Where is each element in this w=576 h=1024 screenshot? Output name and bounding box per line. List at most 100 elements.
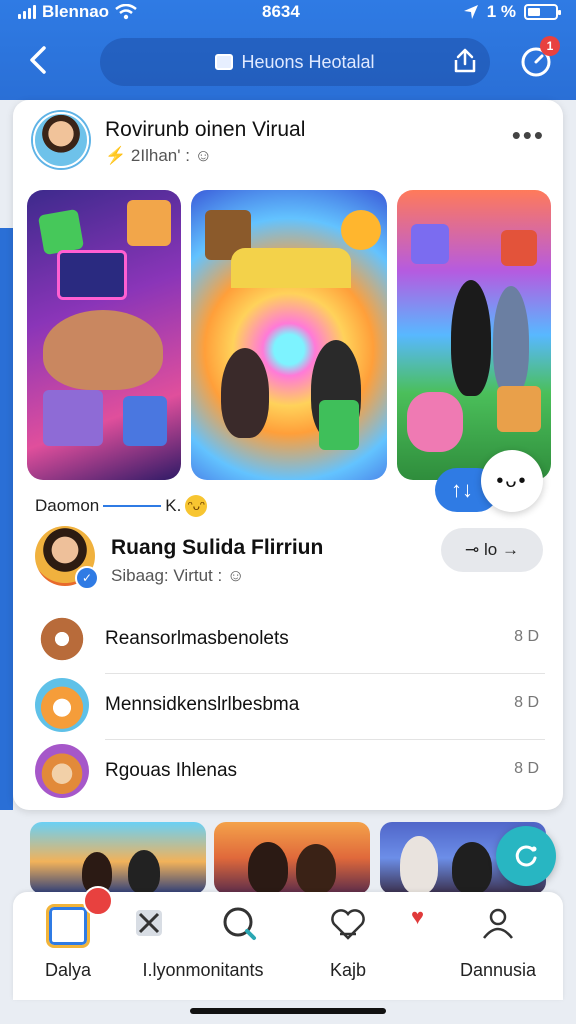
dog-avatar [35, 612, 89, 666]
refresh-icon [515, 845, 537, 867]
person-image [451, 280, 491, 396]
tab-home[interactable]: Dalya [3, 886, 133, 992]
status-bar: Blennao 8634 1 % [0, 0, 576, 26]
follow-label: lo [484, 540, 498, 559]
sign-image [57, 250, 127, 300]
person-image [493, 286, 529, 396]
tab-profile[interactable]: Dannusia [433, 892, 563, 992]
preview-tile-2[interactable] [214, 822, 370, 894]
chevron-left-icon [30, 46, 46, 74]
home-icon [46, 904, 90, 948]
link-icon: ⊸ [465, 540, 484, 559]
person-image [400, 836, 438, 894]
heart-icon: ♥ [411, 904, 425, 929]
notification-badge: 1 [540, 36, 560, 56]
clock: 8634 [262, 2, 300, 21]
compose-button[interactable] [496, 826, 556, 886]
character-avatar [35, 744, 89, 798]
reaction-right-text: K. [165, 496, 182, 515]
carrier-label: Blennao [42, 2, 110, 21]
post-author[interactable]: Rovirunb oinen Virual [105, 118, 305, 142]
tab-label: Kajb [329, 960, 367, 980]
profile-name[interactable]: Ruang Sulida Flirriun [111, 536, 323, 560]
heart-hands-icon [331, 909, 365, 940]
face-icon: •ᴗ• [496, 469, 528, 492]
reaction-left-text: Daomon [35, 496, 100, 515]
list-item-label: Rgouas Ihlenas [105, 760, 238, 781]
arrow-right-icon: → [497, 540, 519, 559]
back-button[interactable] [20, 42, 56, 78]
character-avatar [35, 678, 89, 732]
smiley-icon: ☺ [194, 146, 213, 165]
tab-label: Dannusia [459, 960, 537, 980]
list-item[interactable]: Mennsidkenslrlbesbma 8 D [31, 674, 545, 740]
reaction-button[interactable]: •ᴗ• [481, 450, 543, 512]
list-item-meta: 8 D [514, 628, 539, 645]
media-tile-1[interactable] [27, 190, 181, 480]
post-card: Rovirunb oinen Virual ⚡ 2Ilhan' : ☺ ••• … [13, 100, 563, 810]
header-title-pill[interactable]: Heuons Heotalal [100, 38, 490, 86]
list-item-label: Reansorlmasbenolets [105, 628, 289, 649]
person-image [452, 842, 492, 894]
list-item-label: Mennsidkenslrlbesbma [105, 694, 300, 715]
sticker-image [319, 400, 359, 450]
sticker-image [43, 390, 103, 446]
list-item-meta: 8 D [514, 760, 539, 777]
cross-icon [136, 910, 162, 936]
sticker-image [123, 396, 167, 446]
calendar-icon [215, 54, 234, 70]
teddy-sticker-image [407, 392, 463, 452]
emoji-icon: ᵔᴗᵔ [185, 495, 208, 517]
smiley-icon: ☺ [226, 566, 245, 585]
person-image [248, 842, 288, 894]
divider [103, 505, 162, 507]
media-tile-3[interactable] [397, 190, 551, 480]
list-item[interactable]: Rgouas Ihlenas 8 D [31, 740, 545, 806]
crowd-image [43, 310, 163, 390]
search-icon [223, 907, 256, 940]
media-tile-2[interactable] [191, 190, 387, 480]
follow-button[interactable]: ⊸ lo → [441, 528, 543, 572]
tab-label: Dalya [44, 960, 92, 980]
person-image [296, 844, 336, 894]
sticker-image [411, 224, 449, 264]
battery-percent: 1 % [486, 2, 516, 21]
tab-search[interactable]: I.lyonmonitants [118, 892, 288, 992]
location-icon [463, 5, 478, 19]
bottom-tab-bar: Dalya I.lyonmonitants Kajb ♥ Dannusia [13, 886, 563, 1000]
arrow-icon: ↑↓ [451, 477, 473, 502]
battery-icon [524, 4, 561, 20]
profile-subtitle: Sibaag: Virtut : ☺ [111, 566, 244, 586]
signal-icon [18, 5, 36, 19]
list-item-meta: 8 D [514, 694, 539, 711]
profile-subtitle-text: Sibaag: Virtut : [111, 566, 223, 585]
post-subtitle-text: 2Ilhan' : [130, 146, 190, 165]
wifi-icon [115, 4, 137, 20]
profile-icon [483, 908, 513, 939]
author-avatar[interactable] [33, 112, 89, 168]
preview-tile-1[interactable] [30, 822, 206, 894]
list-item[interactable]: Reansorlmasbenolets 8 D [31, 608, 545, 674]
emoji-sticker-image [341, 210, 381, 250]
status-right: 1 % [463, 2, 561, 22]
home-indicator [190, 1008, 386, 1014]
tab-kajb[interactable]: Kajb [283, 892, 413, 992]
top-app-bar: Blennao 8634 1 % Heuons Heotalal 1 [0, 0, 576, 100]
person-image [128, 850, 160, 894]
archway-image [231, 248, 351, 288]
notification-button[interactable]: 1 [518, 36, 560, 78]
post-subtitle: ⚡ 2Ilhan' : ☺ [105, 146, 212, 166]
sticker-image [501, 230, 537, 266]
sticker-image [497, 386, 541, 432]
more-options-button[interactable]: ••• [512, 120, 545, 151]
tab-label: I.lyonmonitants [142, 960, 264, 980]
sticker-image [37, 208, 85, 256]
sticker-image [127, 200, 171, 246]
reaction-summary: Daomon K. ᵔᴗᵔ [35, 495, 208, 517]
lightning-icon: ⚡ [105, 146, 127, 165]
background-edge [0, 228, 13, 810]
tab-badge [83, 886, 113, 916]
share-icon[interactable] [450, 46, 480, 76]
person-image [221, 348, 269, 438]
verified-badge-icon: ✓ [75, 566, 99, 590]
